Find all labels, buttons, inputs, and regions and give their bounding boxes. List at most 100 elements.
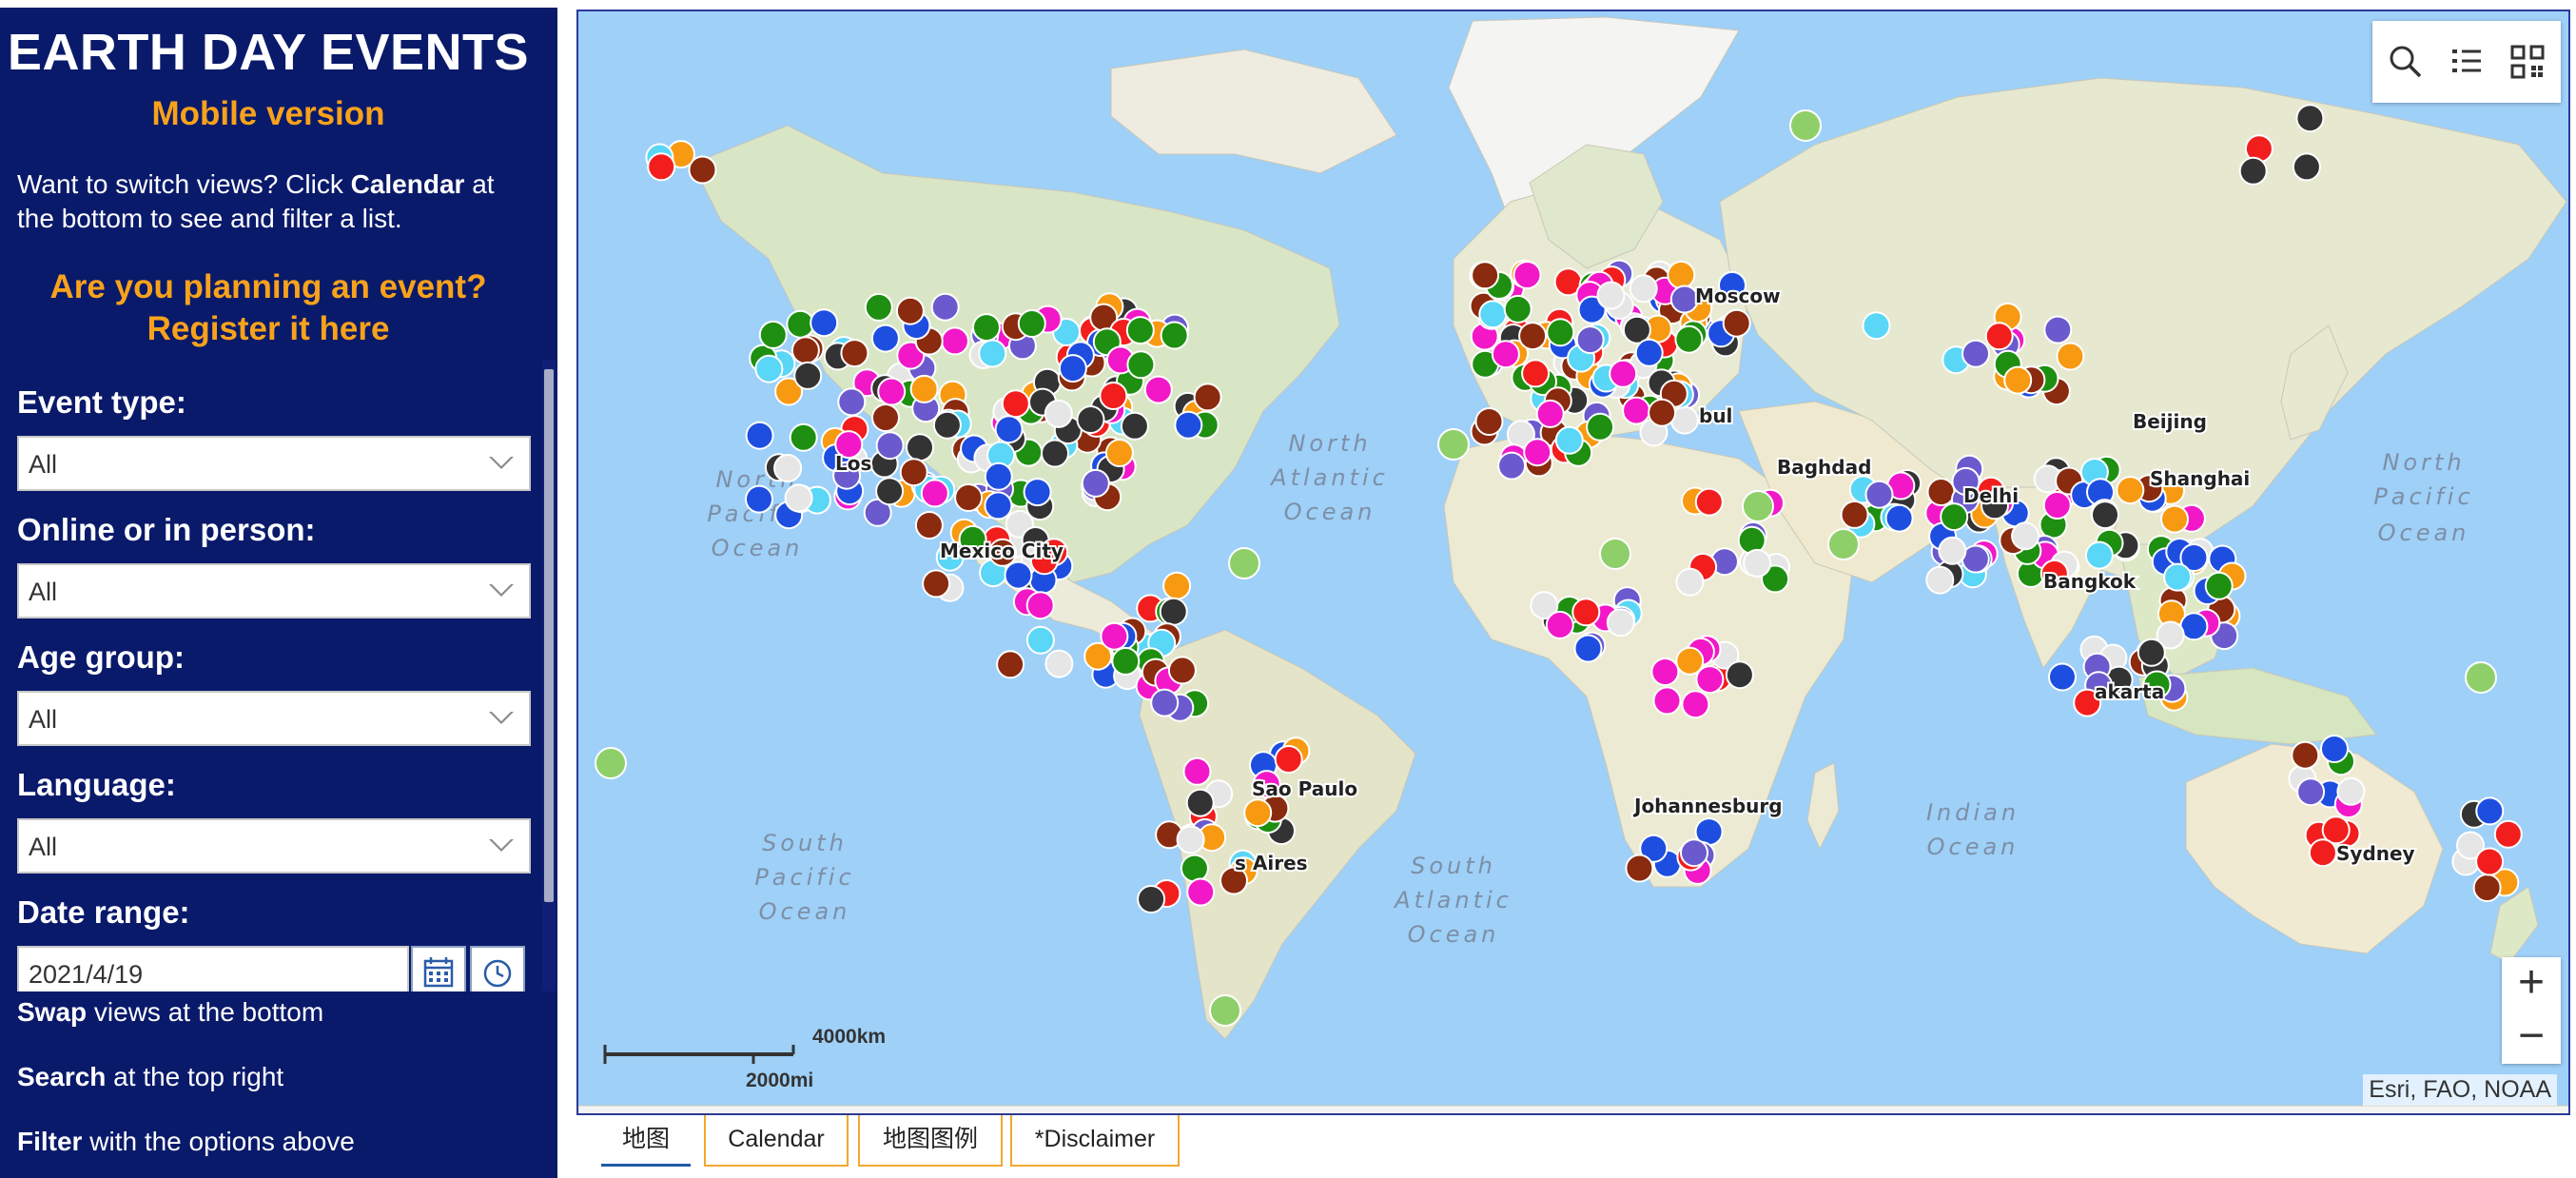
event-marker[interactable] xyxy=(1925,565,1955,595)
event-marker[interactable] xyxy=(1137,885,1166,913)
event-marker[interactable] xyxy=(1120,411,1149,441)
filter-scroll-area[interactable]: Event type: All Online or in person: All… xyxy=(0,360,544,991)
event-marker[interactable] xyxy=(1491,340,1520,369)
scrollbar-thumb[interactable] xyxy=(544,369,554,902)
event-marker[interactable] xyxy=(1622,396,1651,425)
event-marker[interactable] xyxy=(1725,660,1754,690)
event-marker[interactable] xyxy=(1512,261,1542,289)
event-marker[interactable] xyxy=(784,483,813,513)
recycle-cluster-icon[interactable] xyxy=(1228,547,1260,579)
event-marker[interactable] xyxy=(1571,598,1601,627)
event-marker[interactable] xyxy=(1554,425,1584,455)
recycle-cluster-icon[interactable] xyxy=(595,747,627,779)
event-marker[interactable] xyxy=(877,377,907,406)
map-view[interactable]: North Pacific Ocean North Pacific Ocean … xyxy=(576,10,2570,1115)
event-marker[interactable] xyxy=(793,361,823,390)
time-picker-button[interactable] xyxy=(470,946,525,991)
event-marker[interactable] xyxy=(745,484,773,514)
event-marker[interactable] xyxy=(1076,405,1105,434)
calendar-picker-button[interactable] xyxy=(411,946,466,991)
event-marker[interactable] xyxy=(871,403,900,432)
event-marker[interactable] xyxy=(2475,847,2505,876)
event-marker[interactable] xyxy=(984,491,1013,520)
recycle-cluster-icon[interactable] xyxy=(1742,490,1774,522)
event-marker[interactable] xyxy=(2084,540,2114,570)
event-marker[interactable] xyxy=(1675,567,1705,597)
event-marker[interactable] xyxy=(1940,502,1969,532)
recycle-cluster-icon[interactable] xyxy=(1209,994,1241,1027)
event-marker[interactable] xyxy=(1609,359,1638,388)
event-marker[interactable] xyxy=(790,336,820,365)
event-marker[interactable] xyxy=(1104,439,1134,467)
event-marker[interactable] xyxy=(1961,339,1990,368)
world-map[interactable]: North Pacific Ocean North Pacific Ocean … xyxy=(578,11,2570,1115)
event-marker[interactable] xyxy=(1150,688,1180,717)
event-marker[interactable] xyxy=(1938,536,1967,565)
event-marker[interactable] xyxy=(994,415,1024,444)
event-marker[interactable] xyxy=(1041,439,1069,468)
recycle-cluster-icon[interactable] xyxy=(1789,109,1822,142)
event-marker[interactable] xyxy=(1162,571,1192,600)
online-select[interactable]: All xyxy=(17,563,531,618)
filter-scrollbar[interactable] xyxy=(542,360,556,991)
event-marker[interactable] xyxy=(1984,322,2014,351)
search-button[interactable] xyxy=(2382,38,2430,86)
event-marker[interactable] xyxy=(1926,478,1956,506)
event-marker[interactable] xyxy=(1674,324,1704,354)
event-marker[interactable] xyxy=(2472,874,2502,902)
age-group-select[interactable]: All xyxy=(17,691,531,746)
event-marker[interactable] xyxy=(1680,838,1708,868)
event-marker[interactable] xyxy=(1025,625,1055,655)
event-marker[interactable] xyxy=(1174,410,1203,440)
event-marker[interactable] xyxy=(1126,350,1156,380)
event-marker[interactable] xyxy=(1044,649,1074,678)
event-type-select[interactable]: All xyxy=(17,436,531,491)
event-marker[interactable] xyxy=(1185,788,1215,817)
event-marker[interactable] xyxy=(2116,476,2145,505)
zoom-out-button[interactable]: − xyxy=(2502,1011,2561,1062)
recycle-cluster-icon[interactable] xyxy=(2465,661,2497,694)
event-marker[interactable] xyxy=(906,433,934,462)
event-marker[interactable] xyxy=(875,477,905,506)
event-marker[interactable] xyxy=(2493,819,2523,849)
event-marker[interactable] xyxy=(1125,316,1155,345)
event-marker[interactable] xyxy=(2295,104,2325,133)
event-marker[interactable] xyxy=(1652,686,1682,716)
event-marker[interactable] xyxy=(1545,610,1574,639)
event-marker[interactable] xyxy=(2160,504,2189,534)
event-marker[interactable] xyxy=(1274,745,1303,774)
event-marker[interactable] xyxy=(899,458,928,487)
tab-map-legend[interactable]: 地图图例 xyxy=(858,1115,1003,1167)
event-marker[interactable] xyxy=(1081,468,1110,498)
event-marker[interactable] xyxy=(1497,451,1527,481)
event-marker[interactable] xyxy=(2336,776,2366,806)
event-marker[interactable] xyxy=(1023,478,1052,507)
event-marker[interactable] xyxy=(647,152,676,182)
event-marker[interactable] xyxy=(1743,548,1772,578)
tab-disclaimer[interactable]: *Disclaimer xyxy=(1010,1115,1180,1167)
event-marker[interactable] xyxy=(1675,646,1705,676)
event-marker[interactable] xyxy=(1478,300,1508,329)
event-marker[interactable] xyxy=(864,292,893,322)
event-marker[interactable] xyxy=(2291,740,2320,770)
event-marker[interactable] xyxy=(1840,500,1869,529)
event-marker[interactable] xyxy=(1648,398,1677,427)
event-marker[interactable] xyxy=(773,454,803,482)
event-marker[interactable] xyxy=(2238,156,2268,186)
event-marker[interactable] xyxy=(1100,621,1129,651)
event-marker[interactable] xyxy=(1159,597,1188,626)
event-marker[interactable] xyxy=(870,324,900,353)
event-marker[interactable] xyxy=(1001,389,1030,419)
event-marker[interactable] xyxy=(1575,325,1605,355)
event-marker[interactable] xyxy=(1681,690,1710,719)
event-marker[interactable] xyxy=(1862,311,1891,341)
event-marker[interactable] xyxy=(2011,521,2040,551)
event-marker[interactable] xyxy=(1586,412,1615,442)
event-marker[interactable] xyxy=(895,296,925,325)
event-marker[interactable] xyxy=(1471,261,1500,290)
event-marker[interactable] xyxy=(1017,309,1046,338)
event-marker[interactable] xyxy=(1180,854,1209,883)
event-marker[interactable] xyxy=(1160,321,1189,350)
date-input[interactable]: 2021/4/19 xyxy=(17,946,409,991)
register-event-link[interactable]: Are you planning an event? Register it h… xyxy=(0,266,537,350)
